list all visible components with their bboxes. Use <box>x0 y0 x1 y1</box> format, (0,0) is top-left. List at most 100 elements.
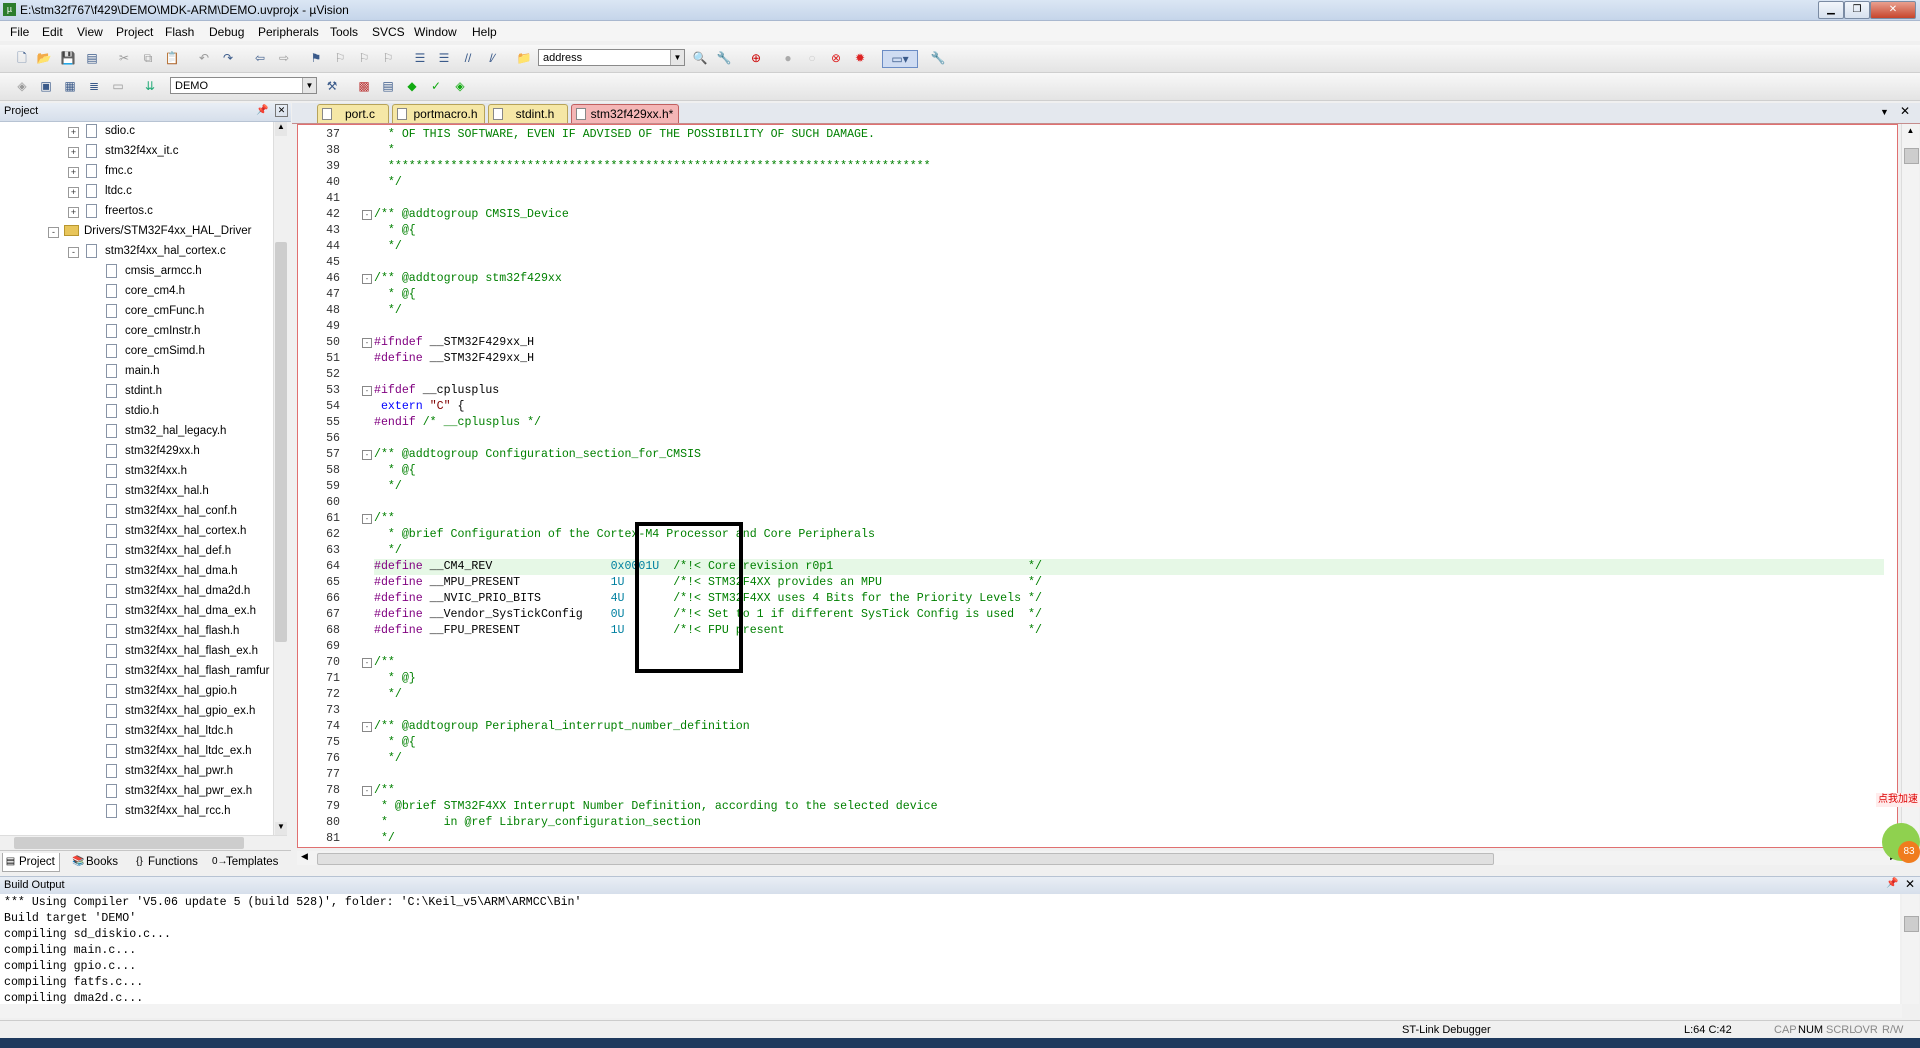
code-line[interactable]: /** <box>374 511 1884 527</box>
indent-icon[interactable]: ☰ <box>412 50 428 66</box>
file-extensions-icon[interactable]: ▤ <box>380 78 396 94</box>
select-packs-icon[interactable]: ✓ <box>428 78 444 94</box>
code-line[interactable]: * @} <box>374 671 1884 687</box>
menu-project[interactable]: Project <box>116 25 153 39</box>
code-line[interactable]: #define __CM4_REV 0x0001U /*!< Core revi… <box>374 559 1884 575</box>
editor-tab[interactable]: portmacro.h <box>392 104 485 123</box>
open-file-icon[interactable]: 📂 <box>36 50 52 66</box>
close-button[interactable]: ✕ <box>1870 1 1916 19</box>
accelerator-widget[interactable]: 点我加速 83 <box>1876 793 1920 873</box>
editor-scroll-thumb[interactable] <box>1904 148 1919 164</box>
rebuild-icon[interactable]: ▦ <box>62 78 78 94</box>
translate-icon[interactable]: ◈ <box>14 78 30 94</box>
menu-peripherals[interactable]: Peripherals <box>258 25 319 39</box>
code-line[interactable]: #define __Vendor_SysTickConfig 0U /*!< S… <box>374 607 1884 623</box>
code-line[interactable]: #define __STM32F429xx_H <box>374 351 1884 367</box>
code-line[interactable] <box>374 191 1884 207</box>
scroll-up-icon[interactable]: ▲ <box>275 122 287 136</box>
menu-flash[interactable]: Flash <box>165 25 194 39</box>
debug-session-icon[interactable]: ⊕ <box>748 50 764 66</box>
bookmark-icon[interactable]: ⚑ <box>308 50 324 66</box>
tab-templates[interactable]: 0→ Templates <box>210 853 278 871</box>
code-line[interactable]: #define __MPU_PRESENT 1U /*!< STM32F4XX … <box>374 575 1884 591</box>
scroll-down-icon[interactable]: ▼ <box>275 822 287 836</box>
find-in-files-icon[interactable]: 📁 <box>516 50 532 66</box>
uncomment-icon[interactable]: /∕ <box>484 50 500 66</box>
nav-forward-icon[interactable]: ⇨ <box>276 50 292 66</box>
editor-hscroll-thumb[interactable] <box>317 853 1494 865</box>
fold-toggle-icon[interactable]: - <box>362 658 372 668</box>
fold-toggle-icon[interactable]: - <box>362 786 372 796</box>
breakpoint-kill-icon[interactable]: ✹ <box>852 50 868 66</box>
code-line[interactable]: */ <box>374 479 1884 495</box>
scroll-left-icon[interactable]: ◀ <box>301 851 308 862</box>
code-line[interactable]: * @brief Configuration of the Cortex-M4 … <box>374 527 1884 543</box>
menu-debug[interactable]: Debug <box>209 25 244 39</box>
code-line[interactable]: */ <box>374 687 1884 703</box>
code-line[interactable]: * @{ <box>374 735 1884 751</box>
redo-icon[interactable]: ↷ <box>220 50 236 66</box>
code-line[interactable]: extern "C" { <box>374 399 1884 415</box>
menu-svcs[interactable]: SVCS <box>372 25 405 39</box>
maximize-button[interactable]: ❐ <box>1844 1 1870 19</box>
breakpoint-disable-icon[interactable]: ⊗ <box>828 50 844 66</box>
incremental-find-icon[interactable]: 🔧 <box>716 50 732 66</box>
code-line[interactable]: /** <box>374 655 1884 671</box>
pack-installer-icon[interactable]: ◆ <box>404 78 420 94</box>
copy-icon[interactable]: ⧉ <box>140 50 156 66</box>
download-icon[interactable]: ⇊ <box>142 78 158 94</box>
pin-icon[interactable]: 📌 <box>1886 878 1898 889</box>
project-vertical-scrollbar[interactable]: ▲ ▼ <box>273 122 288 836</box>
code-line[interactable] <box>374 639 1884 655</box>
tab-list-chevron-down-icon[interactable]: ▼ <box>1880 107 1889 117</box>
tab-functions[interactable]: {} Functions <box>132 853 198 871</box>
code-line[interactable]: */ <box>374 831 1884 847</box>
cut-icon[interactable]: ✂ <box>116 50 132 66</box>
code-line[interactable]: /** @addtogroup CMSIS_Device <box>374 207 1884 223</box>
fold-toggle-icon[interactable]: - <box>362 386 372 396</box>
expand-icon[interactable]: + <box>68 207 79 218</box>
code-line[interactable]: * @{ <box>374 463 1884 479</box>
search-combo[interactable]: address ▼ <box>538 49 685 66</box>
stop-build-icon[interactable]: ▭ <box>110 78 126 94</box>
build-horizontal-scrollbar[interactable] <box>0 1004 1902 1018</box>
code-line[interactable]: #ifdef __cplusplus <box>374 383 1884 399</box>
project-horizontal-scrollbar[interactable] <box>0 835 287 850</box>
code-line[interactable] <box>374 367 1884 383</box>
code-line[interactable] <box>374 767 1884 783</box>
code-area[interactable]: * OF THIS SOFTWARE, EVEN IF ADVISED OF T… <box>374 125 1884 847</box>
pin-icon[interactable]: 📌 <box>256 105 268 116</box>
window-layout-icon[interactable]: ▭▾ <box>882 50 918 68</box>
build-icon[interactable]: ▣ <box>38 78 54 94</box>
unindent-icon[interactable]: ☰ <box>436 50 452 66</box>
next-bookmark-icon[interactable]: ⚐ <box>356 50 372 66</box>
fold-toggle-icon[interactable]: - <box>362 514 372 524</box>
editor-tab[interactable]: port.c <box>317 104 389 123</box>
code-line[interactable]: /** @addtogroup Configuration_section_fo… <box>374 447 1884 463</box>
chevron-down-icon[interactable]: ▼ <box>670 50 684 65</box>
code-editor[interactable]: 37 38 39 40 41 42 - 43 44 45 46 - 47 48 49 50 - 51 52 53 - 54… <box>297 124 1898 848</box>
scroll-up-icon[interactable]: ▲ <box>1904 126 1917 138</box>
run-time-env-icon[interactable]: ◈ <box>452 78 468 94</box>
build-scroll-thumb[interactable] <box>1904 916 1919 932</box>
code-line[interactable]: #define __FPU_PRESENT 1U /*!< FPU presen… <box>374 623 1884 639</box>
code-line[interactable] <box>374 703 1884 719</box>
menu-help[interactable]: Help <box>472 25 497 39</box>
clear-bookmarks-icon[interactable]: ⚐ <box>380 50 396 66</box>
code-line[interactable] <box>374 495 1884 511</box>
expand-icon[interactable]: + <box>68 147 79 158</box>
code-line[interactable]: /** @addtogroup stm32f429xx <box>374 271 1884 287</box>
prev-bookmark-icon[interactable]: ⚐ <box>332 50 348 66</box>
code-line[interactable]: #endif /* __cplusplus */ <box>374 415 1884 431</box>
code-line[interactable]: * in @ref Library_configuration_section <box>374 815 1884 831</box>
build-vertical-scrollbar[interactable] <box>1902 894 1919 1004</box>
editor-horizontal-scrollbar[interactable]: ◀ ▶ <box>297 851 1901 865</box>
menu-file[interactable]: File <box>10 25 29 39</box>
expand-icon[interactable]: + <box>68 127 79 138</box>
code-line[interactable]: * @{ <box>374 223 1884 239</box>
code-line[interactable] <box>374 255 1884 271</box>
code-line[interactable]: */ <box>374 175 1884 191</box>
breakpoint-insert-icon[interactable]: ● <box>780 50 796 66</box>
menu-tools[interactable]: Tools <box>330 25 358 39</box>
close-panel-icon[interactable]: ✕ <box>1905 877 1915 891</box>
